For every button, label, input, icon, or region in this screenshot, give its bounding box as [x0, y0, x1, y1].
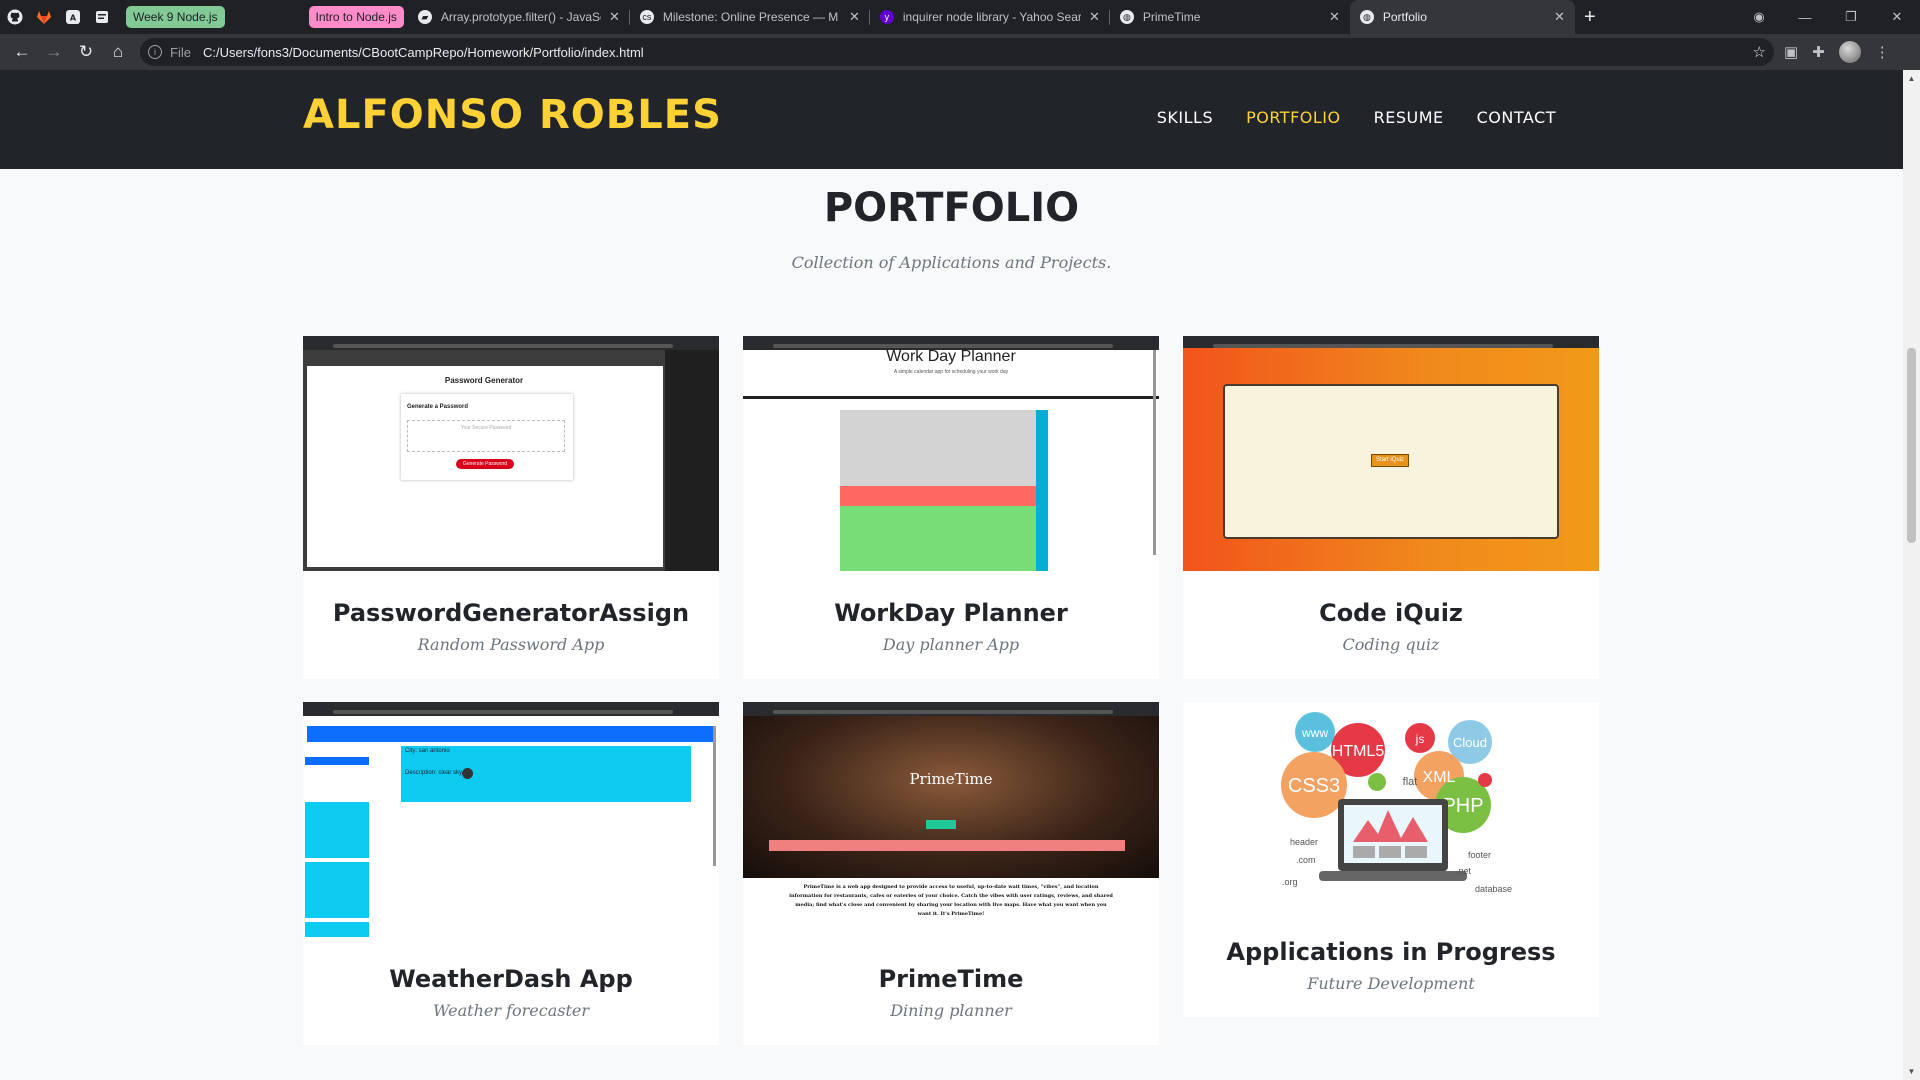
section-subheading: Collection of Applications and Projects.	[791, 253, 1112, 272]
card-title[interactable]: Code iQuiz	[1183, 599, 1599, 627]
bubble-label: HTML5	[1332, 743, 1385, 760]
portfolio-card-iquiz[interactable]: Start iQuiz Code iQuiz Coding quiz	[1183, 336, 1599, 679]
nav-skills[interactable]: SKILLS	[1157, 108, 1213, 127]
tab-primetime[interactable]: ◍ PrimeTime ✕	[1110, 0, 1350, 34]
portfolio-thumbnail[interactable]: City: san antonio Description: clear sky	[303, 702, 719, 937]
yahoo-icon: y	[879, 10, 894, 24]
web-technologies-illustration: www HTML5 js Cloud CSS3 XML flat PHP hea…	[1281, 712, 1512, 894]
notes-icon[interactable]	[87, 0, 116, 34]
back-icon[interactable]: ←	[6, 42, 38, 62]
portfolio-card-primetime[interactable]: PrimeTime PrimeTime is a web app designe…	[743, 702, 1159, 1045]
card-title[interactable]: WorkDay Planner	[743, 599, 1159, 627]
portfolio-card-workday[interactable]: Work Day Planner A simple calendar app f…	[743, 336, 1159, 679]
illustration-word: .net	[1456, 866, 1472, 876]
browser-toolbar: ← → ↻ ⌂ i File C:/Users/fons3/Documents/…	[0, 34, 1920, 70]
site-menu: SKILLS PORTFOLIO RESUME CONTACT	[1157, 108, 1556, 127]
illustration-word: .com	[1296, 855, 1316, 865]
tab-yahoo-search[interactable]: y inquirer node library - Yahoo Search ✕	[870, 0, 1110, 34]
minimize-icon[interactable]: —	[1782, 10, 1828, 25]
close-tab-icon[interactable]: ✕	[609, 9, 620, 25]
card-title[interactable]: Applications in Progress	[1183, 938, 1599, 966]
close-tab-icon[interactable]: ✕	[849, 9, 860, 25]
bubble-label: Cloud	[1453, 735, 1487, 750]
forward-icon[interactable]: →	[38, 42, 70, 62]
illustration-word: database	[1475, 884, 1512, 894]
tab-group-week9[interactable]: Week 9 Node.js	[126, 6, 225, 28]
section-heading: PORTFOLIO	[823, 185, 1080, 231]
github-icon[interactable]	[0, 0, 29, 34]
close-tab-icon[interactable]: ✕	[1089, 9, 1100, 25]
svg-text:A: A	[69, 14, 76, 23]
card-subtitle: Dining planner	[890, 1001, 1012, 1020]
illustration-word: .org	[1282, 877, 1298, 887]
nav-portfolio[interactable]: PORTFOLIO	[1246, 108, 1341, 127]
reload-icon[interactable]: ↻	[70, 42, 102, 62]
codewars-icon[interactable]: A	[58, 0, 87, 34]
close-tab-icon[interactable]: ✕	[1554, 9, 1565, 25]
scrollbar-thumb[interactable]	[1907, 348, 1916, 543]
nav-contact[interactable]: CONTACT	[1477, 108, 1556, 127]
card-subtitle: Weather forecaster	[432, 1001, 589, 1020]
site-brand[interactable]: ALFONSO ROBLES	[303, 92, 722, 138]
address-bar[interactable]: i File C:/Users/fons3/Documents/CBootCam…	[140, 38, 1774, 66]
mdn-icon: ▰	[417, 10, 432, 24]
card-subtitle: Future Development	[1307, 974, 1475, 993]
portfolio-thumbnail[interactable]: www HTML5 js Cloud CSS3 XML flat PHP hea…	[1183, 702, 1599, 912]
puzzle-icon[interactable]: ✚	[1812, 43, 1825, 61]
scroll-up-icon[interactable]: ▲	[1903, 70, 1920, 87]
portfolio-thumbnail[interactable]: Work Day Planner A simple calendar app f…	[743, 336, 1159, 571]
card-subtitle: Coding quiz	[1342, 635, 1440, 654]
site-info-icon[interactable]: i	[148, 45, 162, 59]
card-title[interactable]: PrimeTime	[743, 965, 1159, 993]
portfolio-thumbnail[interactable]: Password Generator Generate a Password Y…	[303, 336, 719, 571]
card-subtitle: Random Password App	[417, 635, 605, 654]
tab-milestone[interactable]: cs Milestone: Online Presence — M ✕	[630, 0, 870, 34]
portfolio-thumbnail[interactable]: PrimeTime PrimeTime is a web app designe…	[743, 702, 1159, 937]
scroll-down-icon[interactable]: ▼	[1903, 1063, 1920, 1080]
page-viewport: ALFONSO ROBLES SKILLS PORTFOLIO RESUME C…	[0, 70, 1920, 1080]
globe-icon: ◍	[1359, 10, 1374, 24]
cs-icon: cs	[639, 10, 654, 24]
tab-group-intro-node[interactable]: Intro to Node.js	[308, 6, 404, 28]
tab-array-filter[interactable]: ▰ Array.prototype.filter() - JavaScript …	[408, 0, 630, 34]
tab-search-icon[interactable]: ◉	[1736, 9, 1782, 25]
menu-kebab-icon[interactable]: ⋮	[1875, 43, 1890, 61]
page-scrollbar[interactable]: ▲ ▼	[1903, 70, 1920, 1080]
url-text[interactable]: C:/Users/fons3/Documents/CBootCampRepo/H…	[203, 45, 644, 60]
restore-icon[interactable]: ❐	[1828, 9, 1874, 25]
portfolio-card-password[interactable]: Password Generator Generate a Password Y…	[303, 336, 719, 679]
card-title[interactable]: WeatherDash App	[303, 965, 719, 993]
globe-icon: ◍	[1119, 10, 1134, 24]
site-navbar: ALFONSO ROBLES SKILLS PORTFOLIO RESUME C…	[0, 70, 1903, 169]
browser-tab-strip: A Week 9 Node.js Intro to Node.js ▰ Arra…	[0, 0, 1920, 34]
tab-portfolio[interactable]: ◍ Portfolio ✕	[1349, 0, 1575, 34]
illustration-word: footer	[1468, 850, 1491, 860]
bubble-label: js	[1415, 732, 1425, 746]
portfolio-card-in-progress[interactable]: www HTML5 js Cloud CSS3 XML flat PHP hea…	[1183, 702, 1599, 1017]
bubble-label: www	[1301, 726, 1328, 740]
nav-resume[interactable]: RESUME	[1374, 108, 1444, 127]
bubble-label: XML	[1423, 769, 1456, 786]
bookmark-star-icon[interactable]: ☆	[1753, 43, 1766, 61]
bubble-label: flat	[1403, 776, 1418, 788]
bubble-label: CSS3	[1288, 775, 1340, 797]
close-window-icon[interactable]: ✕	[1874, 9, 1920, 25]
new-tab-button[interactable]: +	[1575, 6, 1605, 29]
card-title[interactable]: PasswordGeneratorAssign	[303, 599, 719, 627]
card-subtitle: Day planner App	[882, 635, 1020, 654]
avatar[interactable]	[1838, 41, 1861, 63]
url-scheme: File	[170, 44, 191, 60]
bubble-label: PHP	[1442, 795, 1483, 817]
portfolio-card-weatherdash[interactable]: City: san antonio Description: clear sky…	[303, 702, 719, 1045]
gitlab-icon[interactable]	[29, 0, 58, 34]
portfolio-thumbnail[interactable]: Start iQuiz	[1183, 336, 1599, 571]
home-icon[interactable]: ⌂	[102, 42, 134, 62]
close-tab-icon[interactable]: ✕	[1329, 9, 1340, 25]
extension-icon[interactable]: ▣	[1784, 43, 1798, 61]
illustration-word: header	[1290, 837, 1318, 847]
